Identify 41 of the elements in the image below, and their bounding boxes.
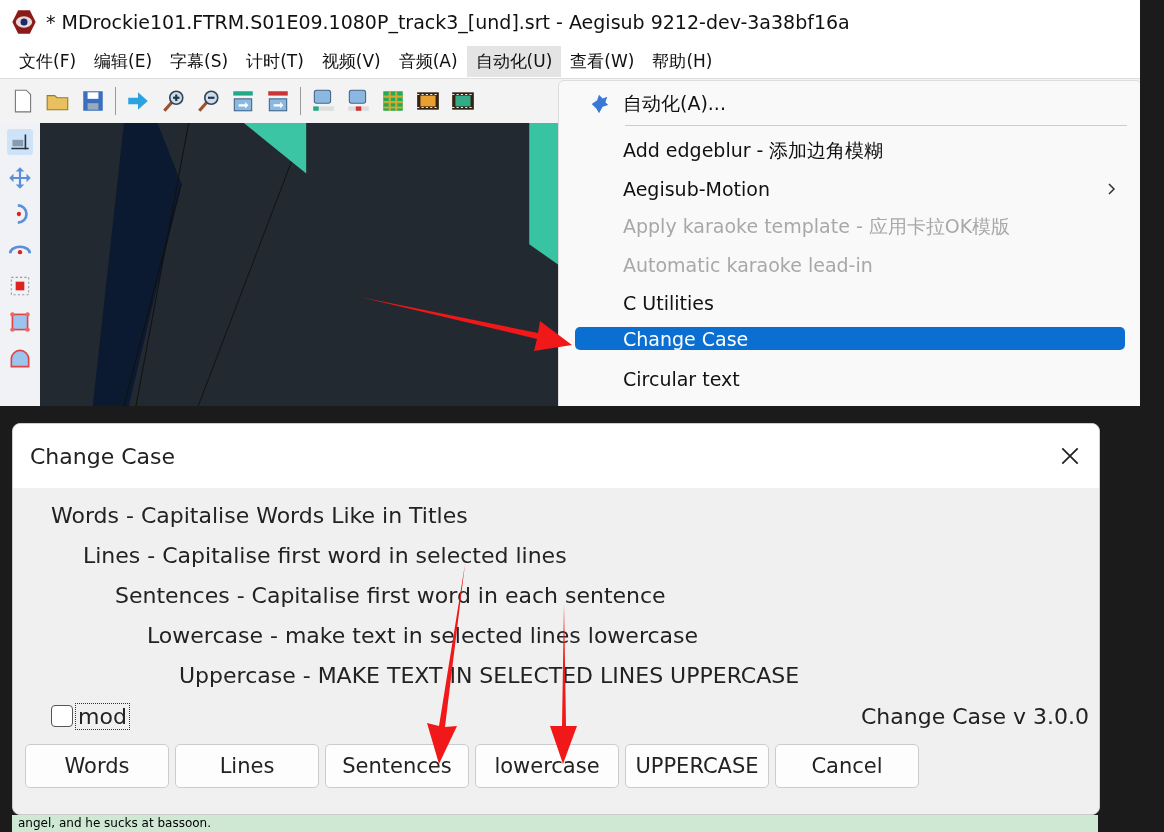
zoom-in-icon[interactable] <box>160 88 186 114</box>
menu-item[interactable]: 自动化(A)... <box>575 85 1125 123</box>
save-icon[interactable] <box>80 88 106 114</box>
dialog-title: Change Case <box>30 443 176 469</box>
version-text: Change Case v 3.0.0 <box>860 703 1089 729</box>
clip-icon[interactable] <box>7 309 33 335</box>
menu-bar-item[interactable]: 查看(W) <box>561 45 644 77</box>
menu-bar-item[interactable]: 视频(V) <box>312 45 390 77</box>
menu-bar-item[interactable]: 文件(F) <box>10 45 86 77</box>
dialog-button[interactable]: Lines <box>175 744 319 788</box>
menu-item[interactable]: Change Case <box>575 327 1125 350</box>
dialog-button[interactable]: Sentences <box>325 744 469 788</box>
dialog-button[interactable]: lowercase <box>475 744 619 788</box>
menu-bar-item[interactable]: 自动化(U) <box>466 45 562 77</box>
zoom-out-icon[interactable] <box>195 88 221 114</box>
snap-start-icon[interactable] <box>230 88 256 114</box>
window-title: * MDrockie101.FTRM.S01E09.1080P_track3_[und].srt - Aegisub 9212-dev-3a38bf16a <box>46 11 850 33</box>
menu-item[interactable]: Circular text <box>575 360 1125 398</box>
move-icon[interactable] <box>7 165 33 191</box>
menu-item[interactable]: Add edgeblur - 添加边角模糊 <box>575 132 1125 170</box>
monitor-icon[interactable] <box>345 88 371 114</box>
dialog-button[interactable]: UPPERCASE <box>625 744 769 788</box>
menu-bar-item[interactable]: 计时(T) <box>237 45 313 77</box>
snap-end-icon[interactable] <box>265 88 291 114</box>
close-icon[interactable] <box>1059 445 1081 467</box>
menu-bar-item[interactable]: 音频(A) <box>389 45 467 77</box>
menu-bar-item[interactable]: 字幕(S) <box>161 45 238 77</box>
ruler-icon[interactable] <box>7 129 33 155</box>
menu-bar-item[interactable]: 帮助(H) <box>643 45 722 77</box>
chevron-right-icon <box>1107 182 1117 196</box>
description-text: Lines - Capitalise first word in selected lines <box>83 542 568 570</box>
dialog-button[interactable]: Words <box>25 744 169 788</box>
menu-item[interactable]: Aegisub-Motion <box>575 170 1125 208</box>
menu-item[interactable]: C Utilities <box>575 284 1125 322</box>
monitor-icon[interactable] <box>310 88 336 114</box>
subtitle-text: angel, and he sucks at bassoon. <box>18 816 212 830</box>
film-grid-icon[interactable] <box>380 88 406 114</box>
app-logo-icon <box>10 8 38 36</box>
description-text: Words - Capitalise Words Like in Titles <box>51 502 469 530</box>
menu-bar-item[interactable]: 编辑(E) <box>85 45 162 77</box>
dialog-button[interactable]: Cancel <box>775 744 919 788</box>
